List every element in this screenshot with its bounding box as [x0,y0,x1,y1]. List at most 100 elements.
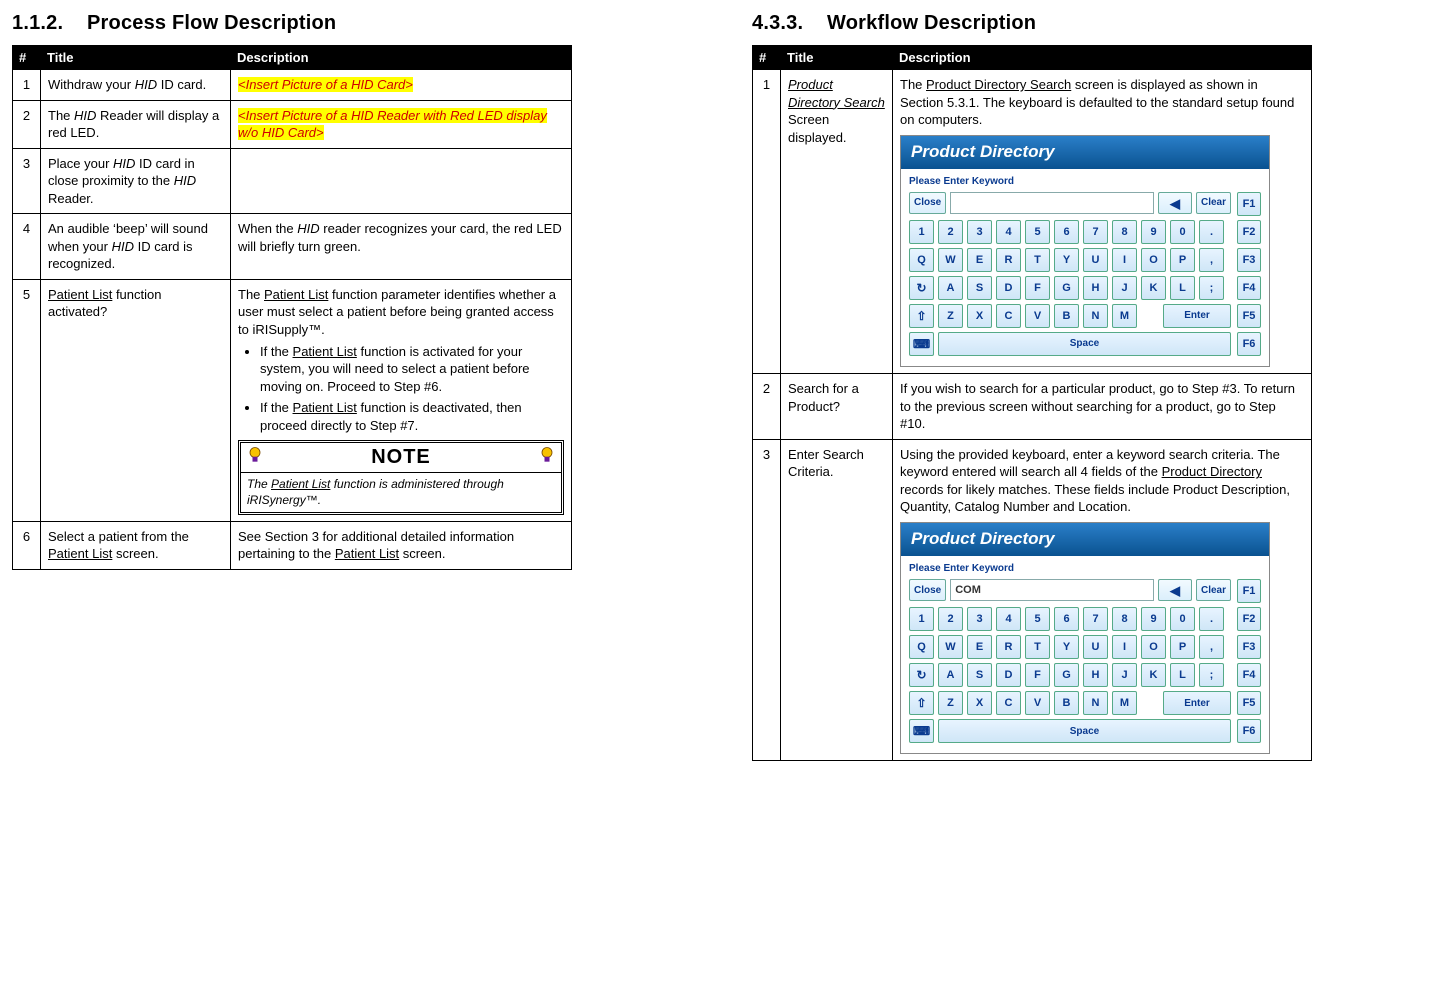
key-u[interactable]: U [1083,248,1108,272]
key-t[interactable]: T [1025,248,1050,272]
close-button[interactable]: Close [909,192,946,214]
key-b[interactable]: B [1054,304,1079,328]
fkey-f6[interactable]: F6 [1237,332,1261,356]
backspace-button[interactable]: ◀ [1158,192,1192,214]
key-o[interactable]: O [1141,248,1166,272]
close-button[interactable]: Close [909,579,946,601]
key-t[interactable]: T [1025,635,1050,659]
key-n[interactable]: N [1083,304,1108,328]
key-h[interactable]: H [1083,663,1108,687]
key-p[interactable]: P [1170,635,1195,659]
backspace-button[interactable]: ◀ [1158,579,1192,601]
key-3[interactable]: 3 [967,220,992,244]
enter-button[interactable]: Enter [1163,691,1231,715]
key-7[interactable]: 7 [1083,220,1108,244]
key-e[interactable]: E [967,635,992,659]
key-k[interactable]: K [1141,276,1166,300]
key-w[interactable]: W [938,248,963,272]
key-n[interactable]: N [1083,691,1108,715]
key-s[interactable]: S [967,663,992,687]
key-x[interactable]: X [967,304,992,328]
key-j[interactable]: J [1112,663,1137,687]
key-f[interactable]: F [1025,276,1050,300]
key-.[interactable]: . [1199,607,1224,631]
key-x[interactable]: X [967,691,992,715]
key-5[interactable]: 5 [1025,220,1050,244]
key-;[interactable]: ; [1199,663,1224,687]
key-z[interactable]: Z [938,304,963,328]
keyboard-icon[interactable]: ⌨ [909,719,934,743]
key-5[interactable]: 5 [1025,607,1050,631]
keyboard-icon[interactable]: ⌨ [909,332,934,356]
fkey-f6[interactable]: F6 [1237,719,1261,743]
key-1[interactable]: 1 [909,220,934,244]
key-e[interactable]: E [967,248,992,272]
keyword-input[interactable] [950,192,1154,214]
key-,[interactable]: , [1199,248,1224,272]
key-.[interactable]: . [1199,220,1224,244]
key-7[interactable]: 7 [1083,607,1108,631]
key-;[interactable]: ; [1199,276,1224,300]
key-g[interactable]: G [1054,663,1079,687]
key-d[interactable]: D [996,276,1021,300]
key-f[interactable]: F [1025,663,1050,687]
key-4[interactable]: 4 [996,607,1021,631]
key-d[interactable]: D [996,663,1021,687]
fkey-f3[interactable]: F3 [1237,635,1261,659]
key-0[interactable]: 0 [1170,220,1195,244]
clear-button[interactable]: Clear [1196,192,1231,214]
key-i[interactable]: I [1112,635,1137,659]
space-button[interactable]: Space [938,332,1231,356]
key-a[interactable]: A [938,276,963,300]
key-,[interactable]: , [1199,635,1224,659]
key-g[interactable]: G [1054,276,1079,300]
key-q[interactable]: Q [909,248,934,272]
key-o[interactable]: O [1141,635,1166,659]
fkey-f1[interactable]: F1 [1237,192,1261,216]
key-6[interactable]: 6 [1054,607,1079,631]
refresh-key[interactable]: ↻ [909,663,934,687]
key-a[interactable]: A [938,663,963,687]
key-r[interactable]: R [996,248,1021,272]
key-c[interactable]: C [996,304,1021,328]
fkey-f2[interactable]: F2 [1237,220,1261,244]
key-6[interactable]: 6 [1054,220,1079,244]
shift-key[interactable]: ⇧ [909,304,934,328]
key-s[interactable]: S [967,276,992,300]
fkey-f4[interactable]: F4 [1237,663,1261,687]
key-3[interactable]: 3 [967,607,992,631]
key-1[interactable]: 1 [909,607,934,631]
key-9[interactable]: 9 [1141,607,1166,631]
key-u[interactable]: U [1083,635,1108,659]
key-r[interactable]: R [996,635,1021,659]
enter-button[interactable]: Enter [1163,304,1231,328]
key-y[interactable]: Y [1054,248,1079,272]
key-4[interactable]: 4 [996,220,1021,244]
key-z[interactable]: Z [938,691,963,715]
key-l[interactable]: L [1170,663,1195,687]
key-c[interactable]: C [996,691,1021,715]
fkey-f5[interactable]: F5 [1237,691,1261,715]
key-v[interactable]: V [1025,304,1050,328]
space-button[interactable]: Space [938,719,1231,743]
shift-key[interactable]: ⇧ [909,691,934,715]
key-m[interactable]: M [1112,691,1137,715]
keyword-input[interactable] [950,579,1154,601]
key-i[interactable]: I [1112,248,1137,272]
key-k[interactable]: K [1141,663,1166,687]
key-v[interactable]: V [1025,691,1050,715]
fkey-f5[interactable]: F5 [1237,304,1261,328]
key-l[interactable]: L [1170,276,1195,300]
key-y[interactable]: Y [1054,635,1079,659]
key-m[interactable]: M [1112,304,1137,328]
key-h[interactable]: H [1083,276,1108,300]
refresh-key[interactable]: ↻ [909,276,934,300]
clear-button[interactable]: Clear [1196,579,1231,601]
fkey-f4[interactable]: F4 [1237,276,1261,300]
key-j[interactable]: J [1112,276,1137,300]
key-8[interactable]: 8 [1112,607,1137,631]
key-0[interactable]: 0 [1170,607,1195,631]
fkey-f1[interactable]: F1 [1237,579,1261,603]
key-8[interactable]: 8 [1112,220,1137,244]
key-2[interactable]: 2 [938,220,963,244]
